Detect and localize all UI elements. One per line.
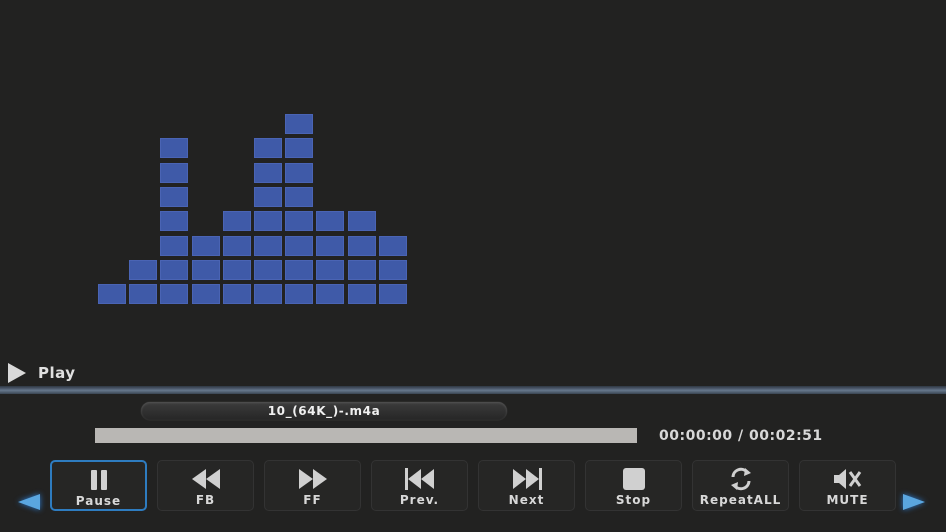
playback-status-label: Play: [38, 364, 76, 382]
filename-bar: 10_(64K_)-.m4a: [141, 402, 507, 420]
visualizer-block: [254, 163, 282, 183]
visualizer-block: [348, 211, 376, 231]
visualizer-block: [348, 236, 376, 256]
divider: [0, 386, 946, 394]
visualizer-block: [316, 236, 344, 256]
visualizer-block: [223, 284, 251, 304]
visualizer-block: [316, 211, 344, 231]
visualizer-block: [285, 260, 313, 280]
scroll-right-arrow-icon[interactable]: [903, 494, 925, 510]
visualizer-block: [285, 284, 313, 304]
visualizer-block: [254, 138, 282, 158]
time-display: 00:00:00 / 00:02:51: [659, 428, 823, 444]
scroll-left-arrow-icon[interactable]: [18, 494, 40, 510]
repeat-icon: [728, 466, 754, 492]
visualizer-block: [160, 236, 188, 256]
pause-label: Pause: [75, 494, 122, 508]
visualizer-block: [379, 236, 407, 256]
previous-track-icon: [404, 466, 435, 492]
previous-button[interactable]: Prev.: [371, 460, 468, 511]
visualizer-block: [160, 138, 188, 158]
stop-icon: [622, 466, 645, 492]
visualizer-block: [316, 260, 344, 280]
visualizer-block: [98, 284, 126, 304]
mute-icon: [833, 466, 862, 492]
visualizer-block: [285, 211, 313, 231]
mute-label: MUTE: [826, 493, 869, 507]
play-icon: [8, 363, 26, 383]
visualizer-block: [160, 260, 188, 280]
repeat-all-label: RepeatALL: [699, 493, 782, 507]
visualizer-block: [160, 163, 188, 183]
track-filename: 10_(64K_)-.m4a: [267, 404, 381, 418]
fast-forward-icon: [298, 466, 327, 492]
next-label: Next: [508, 493, 545, 507]
visualizer-block: [223, 236, 251, 256]
visualizer-block: [192, 284, 220, 304]
visualizer-block: [379, 284, 407, 304]
previous-label: Prev.: [399, 493, 440, 507]
visualizer-block: [254, 284, 282, 304]
mute-button[interactable]: MUTE: [799, 460, 896, 511]
visualizer-block: [254, 260, 282, 280]
repeat-all-button[interactable]: RepeatALL: [692, 460, 789, 511]
visualizer-block: [192, 260, 220, 280]
visualizer-block: [285, 114, 313, 134]
fast-backward-label: FB: [195, 493, 216, 507]
pause-button[interactable]: Pause: [50, 460, 147, 511]
visualizer-block: [254, 211, 282, 231]
visualizer-block: [254, 236, 282, 256]
visualizer-block: [348, 284, 376, 304]
visualizer-block: [160, 187, 188, 207]
fast-forward-button[interactable]: FF: [264, 460, 361, 511]
visualizer-block: [223, 211, 251, 231]
visualizer-block: [192, 236, 220, 256]
visualizer-block: [254, 187, 282, 207]
visualizer-block: [285, 187, 313, 207]
fast-backward-icon: [191, 466, 220, 492]
fast-forward-label: FF: [303, 493, 322, 507]
audio-visualizer: [98, 114, 410, 308]
visualizer-block: [129, 260, 157, 280]
stop-label: Stop: [615, 493, 652, 507]
next-track-icon: [512, 466, 542, 492]
visualizer-block: [379, 260, 407, 280]
pause-icon: [88, 467, 110, 493]
visualizer-block: [129, 284, 157, 304]
visualizer-block: [316, 284, 344, 304]
fast-backward-button[interactable]: FB: [157, 460, 254, 511]
visualizer-block: [160, 284, 188, 304]
visualizer-block: [160, 211, 188, 231]
visualizer-block: [285, 138, 313, 158]
visualizer-block: [223, 260, 251, 280]
visualizer-block: [285, 163, 313, 183]
stop-button[interactable]: Stop: [585, 460, 682, 511]
progress-bar[interactable]: [95, 428, 637, 443]
visualizer-block: [348, 260, 376, 280]
control-bar: Pause FB FF Prev. Next Stop RepeatALL MU…: [50, 460, 906, 513]
next-button[interactable]: Next: [478, 460, 575, 511]
visualizer-block: [285, 236, 313, 256]
playback-status: Play: [8, 362, 76, 384]
